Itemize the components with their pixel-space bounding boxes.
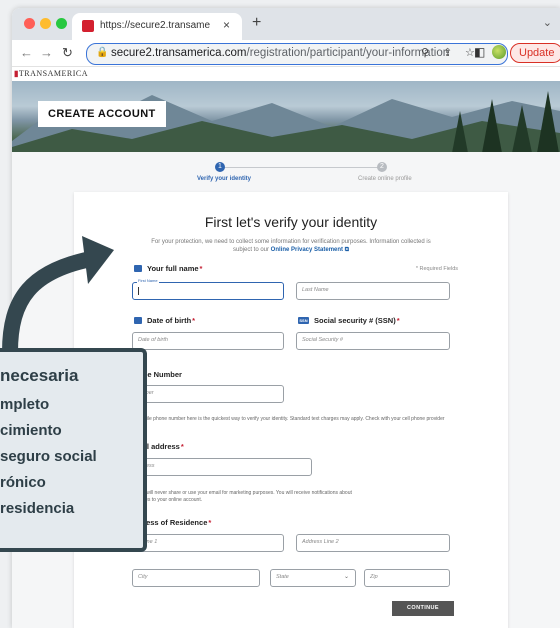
city-input[interactable]: City (132, 569, 260, 587)
ssn-input[interactable]: Social Security # (296, 332, 450, 350)
last-name-placeholder: Last Name (302, 287, 329, 293)
ssn-card-icon: SSN (298, 317, 309, 324)
address-bar[interactable]: 🔒 secure2.transamerica.com/registration/… (86, 43, 508, 65)
address-line-2-placeholder: Address Line 2 (302, 539, 339, 545)
callout-item: cimiento (0, 422, 62, 439)
back-icon[interactable]: ← (20, 45, 33, 60)
privacy-statement-link[interactable]: Online Privacy Statement (271, 247, 343, 253)
callout-title: necesaria (0, 366, 79, 385)
dob-placeholder: Date of birth (138, 337, 168, 343)
search-icon[interactable]: ⚲ (421, 46, 429, 59)
email-input[interactable]: ddress (132, 458, 312, 476)
tab-close-icon[interactable]: × (223, 18, 230, 32)
browser-toolbar: ← → ↻ 🔒 secure2.transamerica.com/registr… (12, 40, 560, 67)
mobile-note: r mobile phone number here is the quicke… (134, 416, 464, 430)
zip-input[interactable]: Zip (364, 569, 450, 587)
callout-item: mpleto (0, 396, 50, 413)
dob-label: Date of birth (147, 316, 192, 325)
url-path: /registration/participant/your-informati… (246, 47, 450, 59)
site-logo-bar: ▮TRANSAMERICA (12, 67, 560, 81)
transamerica-logo[interactable]: ▮TRANSAMERICA (14, 69, 88, 78)
callout-item: rónico (0, 474, 46, 491)
forward-icon[interactable]: → (40, 45, 53, 60)
ssn-heading: SSN Social security # (SSN) * (298, 316, 400, 325)
city-placeholder: City (138, 574, 148, 580)
calendar-icon (134, 317, 142, 324)
annotation-callout: necesaria mpleto cimiento seguro social … (0, 348, 147, 552)
close-window-button[interactable] (24, 18, 35, 29)
logo-text: TRANSAMERICA (18, 69, 89, 78)
required-asterisk: * (199, 264, 203, 273)
step-1-label: Verify your identity (197, 176, 252, 182)
step-1-circle: 1 (215, 162, 225, 172)
reload-icon[interactable]: ↻ (62, 45, 73, 61)
stepper-line (220, 167, 382, 168)
required-asterisk: * (396, 316, 400, 325)
profile-avatar[interactable] (492, 45, 506, 59)
zip-placeholder: Zip (370, 574, 378, 580)
create-account-label: CREATE ACCOUNT (38, 101, 166, 127)
share-icon[interactable]: ⇪ (443, 46, 452, 59)
required-fields-note: * Required Fields (415, 266, 458, 272)
minimize-window-button[interactable] (40, 18, 51, 29)
url-text[interactable]: secure2.transamerica.com/registration/pa… (111, 47, 449, 59)
state-placeholder: State (276, 574, 289, 580)
update-button[interactable]: Update (510, 43, 560, 63)
zoom-window-button[interactable] (56, 18, 67, 29)
first-name-label: First Name (137, 278, 159, 283)
form-intro: For your protection, we need to collect … (144, 238, 438, 254)
state-select[interactable]: State ⌄ (270, 569, 356, 587)
text-cursor (138, 287, 139, 295)
callout-item: residencia (0, 500, 75, 517)
ssn-placeholder: Social Security # (302, 337, 343, 343)
form-title: First let's verify your identity (204, 214, 378, 230)
favicon-icon (82, 20, 94, 32)
continue-button[interactable]: CONTINUE (392, 601, 454, 616)
first-name-input[interactable]: First Name (132, 278, 284, 300)
required-asterisk: * (180, 442, 184, 451)
email-note: erica will never share or use your email… (134, 490, 464, 504)
chevron-down-icon: ⌄ (343, 574, 349, 580)
tab-title: https://secure2.transamerica.c (100, 20, 210, 31)
step-2-circle: 2 (377, 162, 387, 172)
required-asterisk: * (208, 518, 212, 527)
last-name-input[interactable]: Last Name (296, 282, 450, 300)
dob-input[interactable]: Date of birth (132, 332, 284, 350)
browser-tab[interactable]: https://secure2.transamerica.c × (72, 13, 242, 40)
mobile-input[interactable]: umber (132, 385, 284, 403)
tab-bar: https://secure2.transamerica.c × + ⌄ (12, 8, 560, 40)
address-line-2-input[interactable]: Address Line 2 (296, 534, 450, 552)
hero-banner: CREATE ACCOUNT (12, 81, 560, 153)
required-asterisk: * (192, 316, 196, 325)
id-card-icon (134, 265, 142, 272)
url-host: secure2.transamerica.com (111, 47, 247, 59)
mobile-note-line-1: r mobile phone number here is the quicke… (134, 416, 445, 422)
new-tab-button[interactable]: + (252, 14, 261, 32)
address-line-1-input[interactable]: s Line 1 (132, 534, 284, 552)
lock-icon[interactable]: 🔒 (96, 47, 108, 58)
dob-heading: Date of birth * (134, 316, 195, 325)
full-name-label: Your full name (147, 264, 199, 273)
sidebar-icon[interactable]: ◧ (474, 45, 485, 59)
ssn-label: Social security # (SSN) (314, 316, 396, 325)
email-note-line-1: erica will never share or use your email… (134, 490, 352, 496)
full-name-heading: Your full name * (134, 264, 202, 273)
callout-item: seguro social (0, 448, 97, 465)
external-link-icon: ⧉ (343, 247, 349, 253)
progress-stepper: 1 Verify your identity 2 Create online p… (172, 160, 412, 186)
step-2-label: Create online profile (358, 176, 412, 182)
chevron-down-icon[interactable]: ⌄ (543, 16, 552, 29)
